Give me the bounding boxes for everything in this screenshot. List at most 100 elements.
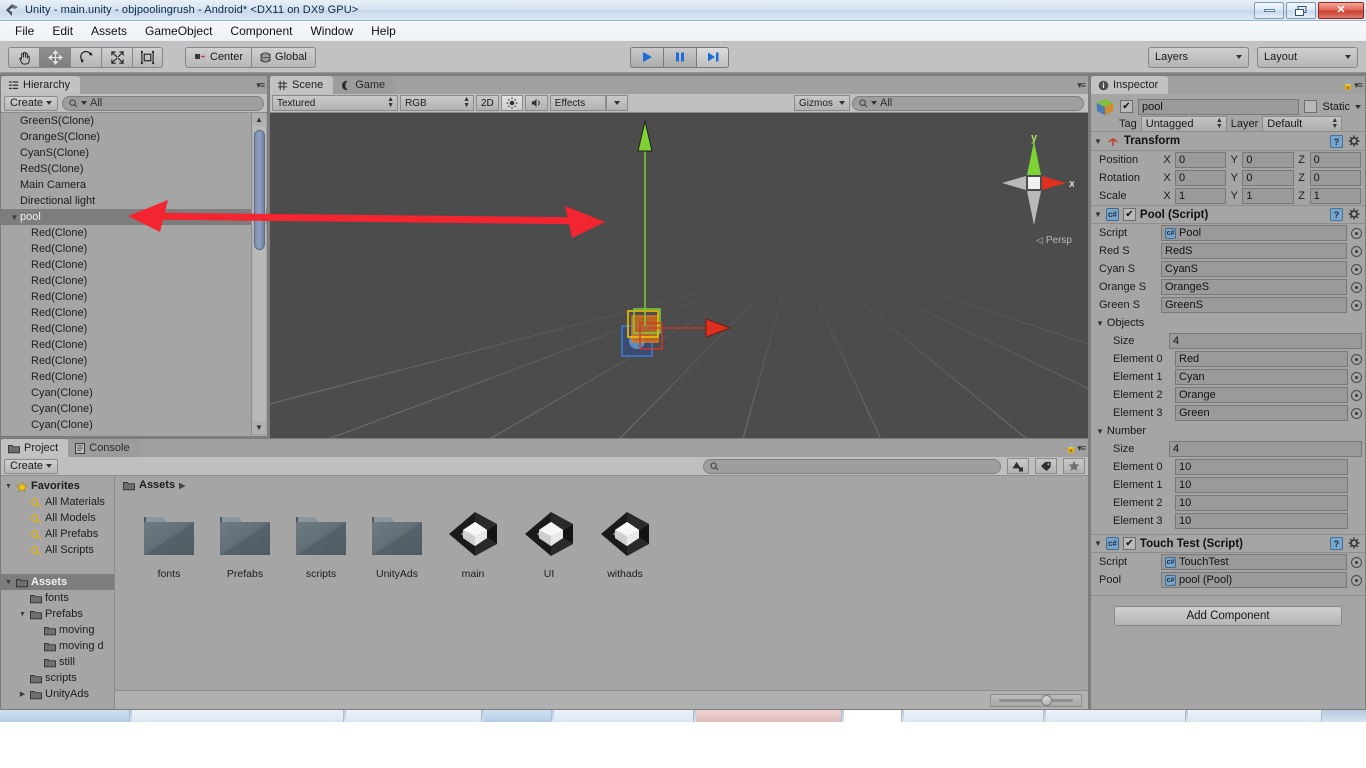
touch-test-enabled-checkbox[interactable]: ✔ (1122, 537, 1136, 550)
hierarchy-item[interactable]: ▼ pool (1, 209, 267, 225)
asset-grid[interactable]: fonts Prefabs scripts UnityAds main UI withads (115, 494, 1088, 590)
project-tree-item[interactable]: All Prefabs (1, 526, 114, 542)
scene-audio-toggle[interactable] (524, 95, 548, 111)
tab-game[interactable]: Game (333, 76, 396, 94)
rotate-tool-button[interactable] (70, 46, 101, 68)
hierarchy-item[interactable]: Red(Clone) (1, 337, 267, 353)
rect-tool-button[interactable] (132, 46, 163, 68)
taskbar-item[interactable] (1046, 710, 1186, 722)
hierarchy-scrollbar[interactable]: ▲ ▼ (251, 113, 266, 434)
object-picker-icon[interactable] (1351, 353, 1362, 365)
project-tree-item[interactable]: fonts (1, 590, 114, 606)
object-reference-field[interactable]: RedS (1161, 243, 1362, 259)
object-name-field[interactable]: pool (1138, 98, 1300, 115)
gear-icon[interactable] (1348, 537, 1361, 550)
help-icon[interactable]: ? (1330, 208, 1343, 221)
hierarchy-item[interactable]: CyanS(Clone) (1, 145, 267, 161)
hand-tool-button[interactable] (8, 46, 39, 68)
taskbar-item[interactable] (346, 710, 482, 722)
hierarchy-create-button[interactable]: Create (4, 95, 59, 111)
taskbar-item[interactable] (844, 710, 902, 722)
object-picker-icon[interactable] (1351, 227, 1362, 239)
array-element-input[interactable]: 10 (1175, 477, 1348, 493)
hierarchy-item[interactable]: Main Camera (1, 177, 267, 193)
project-tree-item[interactable]: All Materials (1, 494, 114, 510)
inspector-panel-menu-icon[interactable]: 🔒 ▾≡ (1343, 80, 1364, 91)
foldout-icon[interactable]: ▼ (4, 579, 13, 586)
object-picker-icon[interactable] (1351, 299, 1362, 311)
help-icon[interactable]: ? (1330, 537, 1343, 550)
scroll-track[interactable] (252, 126, 266, 421)
foldout-icon[interactable]: ▶ (18, 690, 27, 698)
asset-item[interactable]: UnityAds (359, 504, 435, 590)
project-tree[interactable]: ▼ Favorites All Materials All Models All Pre… (1, 476, 115, 709)
hierarchy-list[interactable]: GreenS(Clone) OrangeS(Clone) CyanS(Clone) R… (1, 113, 267, 434)
pool-script-header[interactable]: ▼ c# ✔ Pool (Script) ? (1091, 205, 1365, 224)
hierarchy-item[interactable]: Red(Clone) (1, 225, 267, 241)
touch-test-header[interactable]: ▼ c# ✔ Touch Test (Script) ? (1091, 534, 1365, 553)
gizmos-dropdown[interactable]: Gizmos (794, 95, 850, 111)
transform-foldout-icon[interactable]: ▼ (1094, 137, 1102, 146)
help-icon[interactable]: ? (1330, 134, 1343, 148)
asset-item[interactable]: withads (587, 504, 663, 590)
array-foldout-row[interactable]: ▼ Objects (1091, 314, 1365, 332)
layout-dropdown[interactable]: Layout (1257, 46, 1358, 68)
array-element-input[interactable]: 10 (1175, 513, 1348, 529)
asset-item[interactable]: main (435, 504, 511, 590)
taskbar-item[interactable] (696, 710, 842, 722)
hierarchy-item[interactable]: RedS(Clone) (1, 161, 267, 177)
menu-edit[interactable]: Edit (43, 22, 82, 40)
effects-dropdown[interactable]: Effects (549, 95, 606, 111)
project-tree-item[interactable]: ▼ Favorites (1, 478, 114, 494)
menu-window[interactable]: Window (301, 22, 362, 40)
array-element-input[interactable]: 10 (1175, 495, 1348, 511)
axis-input-z[interactable]: 0 (1309, 170, 1361, 186)
tab-hierarchy[interactable]: Hierarchy (1, 76, 81, 94)
object-reference-field[interactable]: c# pool (Pool) (1161, 572, 1362, 588)
project-tree-item[interactable]: still (1, 654, 114, 670)
taskbar-item[interactable] (132, 710, 344, 722)
scene-axis-gizmo[interactable]: y x (994, 133, 1074, 233)
hierarchy-item[interactable]: Red(Clone) (1, 369, 267, 385)
tab-project[interactable]: Project (1, 439, 69, 457)
object-reference-value[interactable]: CyanS (1161, 261, 1347, 277)
object-picker-icon[interactable] (1351, 281, 1362, 293)
play-button[interactable] (630, 46, 663, 68)
hierarchy-item[interactable]: Red(Clone) (1, 257, 267, 273)
object-reference-value[interactable]: OrangeS (1161, 279, 1347, 295)
restore-button[interactable] (1286, 2, 1316, 19)
object-picker-icon[interactable] (1351, 245, 1362, 257)
layers-dropdown[interactable]: Layers (1148, 46, 1249, 68)
object-reference-value[interactable]: c# pool (Pool) (1161, 572, 1347, 588)
object-reference-field[interactable]: GreenS (1161, 297, 1362, 313)
scene-search-input[interactable]: All (852, 95, 1084, 111)
object-picker-icon[interactable] (1351, 389, 1362, 401)
axis-input-y[interactable]: 0 (1242, 170, 1294, 186)
scroll-down-icon[interactable]: ▼ (255, 421, 263, 434)
project-panel-menu-icon[interactable]: 🔒 ▾≡ (1066, 443, 1087, 454)
project-create-button[interactable]: Create (4, 458, 59, 474)
object-reference-field[interactable]: c# Pool (1161, 225, 1362, 241)
project-tree-item[interactable]: All Scripts (1, 542, 114, 558)
hierarchy-item[interactable]: Red(Clone) (1, 353, 267, 369)
object-picker-icon[interactable] (1351, 263, 1362, 275)
draw-mode-dropdown[interactable]: Textured ▲ ▼ (272, 95, 398, 111)
taskbar-item[interactable] (554, 710, 694, 722)
array-element-input[interactable]: Red (1175, 351, 1348, 367)
project-tree-item[interactable]: ▼ Assets (1, 574, 114, 590)
touch-foldout-icon[interactable]: ▼ (1094, 539, 1102, 548)
pause-button[interactable] (663, 46, 696, 68)
gear-icon[interactable] (1348, 208, 1361, 221)
perspective-label[interactable]: ◁ Persp (1036, 235, 1072, 246)
object-picker-icon[interactable] (1351, 371, 1362, 383)
step-button[interactable] (696, 46, 729, 68)
hierarchy-item[interactable]: Cyan(Clone) (1, 417, 267, 433)
project-tree-item[interactable]: All Models (1, 510, 114, 526)
filter-by-type-button[interactable] (1007, 458, 1029, 474)
filter-by-label-button[interactable] (1035, 458, 1057, 474)
asset-item[interactable]: Prefabs (207, 504, 283, 590)
object-reference-field[interactable]: c# TouchTest (1161, 554, 1362, 570)
hierarchy-item[interactable]: Directional light (1, 193, 267, 209)
pool-enabled-checkbox[interactable]: ✔ (1122, 208, 1136, 221)
menu-file[interactable]: File (6, 22, 43, 40)
